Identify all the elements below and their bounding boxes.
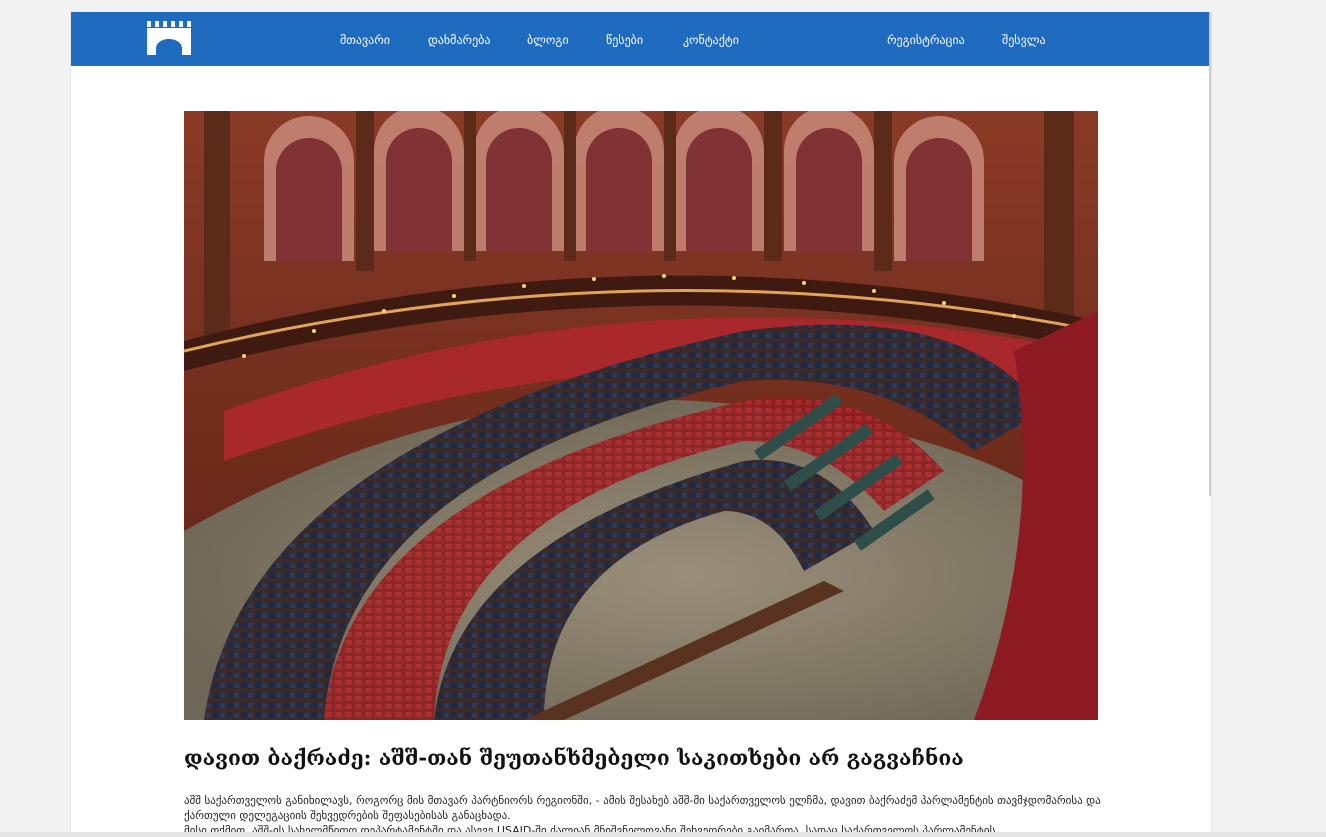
- nav-rules[interactable]: წესები: [606, 12, 643, 66]
- nav-blog[interactable]: ბლოგი: [527, 12, 569, 66]
- article-image: [184, 111, 1098, 720]
- bottom-edge: [0, 832, 1326, 837]
- nav-home[interactable]: მთავარი: [340, 12, 390, 66]
- top-navbar: მთავარი დახმარება ბლოგი წესები კონტაქტი …: [71, 12, 1211, 66]
- bridge-icon: [147, 21, 191, 55]
- site-logo[interactable]: [145, 19, 193, 57]
- nav-help[interactable]: დახმარება: [428, 12, 491, 66]
- nav-contact[interactable]: კონტაქტი: [683, 12, 739, 66]
- article-paragraph: აშშ საქართველოს განიხილავს, როგორც მის მ…: [184, 794, 1101, 822]
- page-frame: მთავარი დახმარება ბლოგი წესები კონტაქტი …: [70, 12, 1212, 837]
- article-body: აშშ საქართველოს განიხილავს, როგორც მის მ…: [184, 793, 1104, 837]
- parliament-chamber-photo: [184, 111, 1098, 720]
- article-title: დავით ბაქრაძე: აშშ-თან შეუთანხმებელი საკ…: [184, 745, 964, 770]
- nav-register[interactable]: რეგისტრაცია: [887, 12, 965, 66]
- scrollbar[interactable]: [1209, 12, 1211, 496]
- nav-login[interactable]: შესვლა: [1002, 12, 1046, 66]
